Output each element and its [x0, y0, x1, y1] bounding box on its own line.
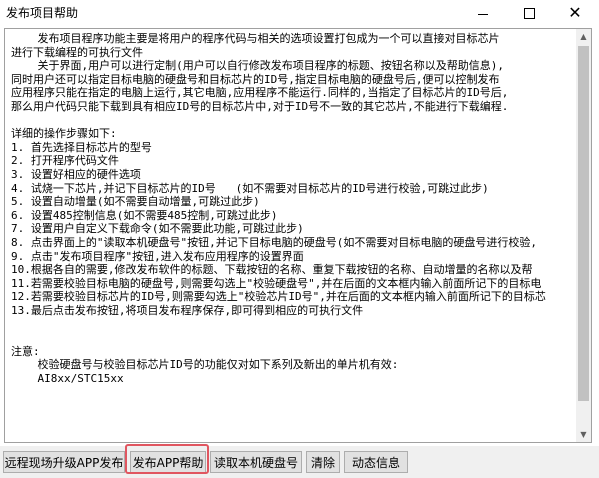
help-text-line: 校验硬盘号与校验目标芯片ID号的功能仅对如下系列及新出的单片机有效:	[11, 358, 399, 372]
help-text-line	[11, 114, 579, 128]
help-text-line: 2. 打开程序代码文件	[11, 154, 119, 168]
help-text-line: 那么用户代码只能下载到具有相应ID号的目标芯片中,对于ID号不一致的其它芯片,不…	[11, 99, 509, 113]
window-title: 发布项目帮助	[6, 6, 79, 20]
help-text-line: 10.根据各自的需要,修改发布软件的标题、下载按钮的名称、重复下载按钮的名称、自…	[11, 263, 533, 277]
help-text-line: 1. 首先选择目标芯片的型号	[11, 140, 152, 154]
maximize-button[interactable]	[506, 0, 552, 26]
help-text-line: 同时用户还可以指定目标电脑的硬盘号和目标芯片的ID号,指定目标电脑的硬盘号后,便…	[11, 72, 500, 86]
help-text-line: 关于界面,用户可以进行定制(用户可以自行修改发布项目程序的标题、按钮名称以及帮助…	[11, 59, 504, 73]
clear-button[interactable]: 清除	[306, 451, 340, 473]
scroll-up-icon[interactable]: ▲	[576, 29, 591, 44]
help-text-content: 发布项目程序功能主要是将用户的程序代码与相关的选项设置打包成为一个可以直接对目标…	[11, 32, 579, 440]
help-text-line: 13.最后点击发布按钮,将项目发布程序保存,即可得到相应的可执行文件	[11, 303, 364, 317]
help-text-line: 7. 设置用户自定义下载命令(如不需要此功能,可跳过此步)	[11, 222, 304, 236]
help-text-line: 3. 设置好相应的硬件选项	[11, 167, 141, 181]
maximize-icon	[523, 7, 535, 19]
close-icon: ✕	[568, 3, 582, 22]
help-text-line	[11, 331, 579, 345]
help-text-line: 发布项目程序功能主要是将用户的程序代码与相关的选项设置打包成为一个可以直接对目标…	[11, 32, 500, 45]
help-text-line: 9. 点击"发布项目程序"按钮,进入发布应用程序的设置界面	[11, 249, 304, 263]
help-text-line: 5. 设置自动增量(如不需要自动增量,可跳过此步)	[11, 195, 260, 209]
help-text-line: 8. 点击界面上的"读取本机硬盘号"按钮,并记下目标电脑的硬盘号(如不需要对目标…	[11, 235, 537, 249]
bottom-toolbar: 远程现场升级APP发布 发布APP帮助 读取本机硬盘号 清除 动态信息	[0, 446, 599, 478]
selected-button-highlight	[125, 444, 209, 474]
help-text-line: AI8xx/STC15xx	[11, 371, 124, 385]
help-text-line: 进行下载编程的可执行文件	[11, 45, 143, 59]
minimize-icon	[478, 13, 488, 15]
help-text-line: 详细的操作步骤如下:	[11, 127, 117, 141]
help-text-line: 应用程序只能在指定的电脑上运行,其它电脑,应用程序不能运行.同样的,当指定了目标…	[11, 86, 509, 100]
remote-upgrade-publish-button[interactable]: 远程现场升级APP发布	[3, 451, 125, 473]
help-text-line: 11.若需要校验目标电脑的硬盘号,则需要勾选上"校验硬盘号",并在后面的文本框内…	[11, 276, 542, 290]
read-disk-number-button[interactable]: 读取本机硬盘号	[210, 451, 302, 473]
scroll-down-icon[interactable]: ▼	[576, 427, 591, 442]
help-text-line	[11, 317, 579, 331]
dynamic-info-button[interactable]: 动态信息	[344, 451, 408, 473]
close-button[interactable]: ✕	[552, 0, 598, 26]
title-bar: 发布项目帮助 ✕	[0, 0, 599, 26]
help-text-line: 12.若需要校验目标芯片的ID号,则需要勾选上"校验芯片ID号",并在后面的文本…	[11, 290, 546, 304]
minimize-button[interactable]	[460, 0, 506, 26]
help-text-line: 4. 试烧一下芯片,并记下目标芯片的ID号 (如不需要对目标芯片的ID号进行校验…	[11, 181, 489, 195]
help-text-line: 注意:	[11, 344, 40, 358]
help-text-area[interactable]: 发布项目程序功能主要是将用户的程序代码与相关的选项设置打包成为一个可以直接对目标…	[4, 28, 592, 443]
vertical-scrollbar[interactable]: ▲ ▼	[576, 29, 591, 442]
help-text-line: 6. 设置485控制信息(如不需要485控制,可跳过此步)	[11, 208, 278, 222]
scrollbar-thumb[interactable]	[578, 46, 589, 401]
